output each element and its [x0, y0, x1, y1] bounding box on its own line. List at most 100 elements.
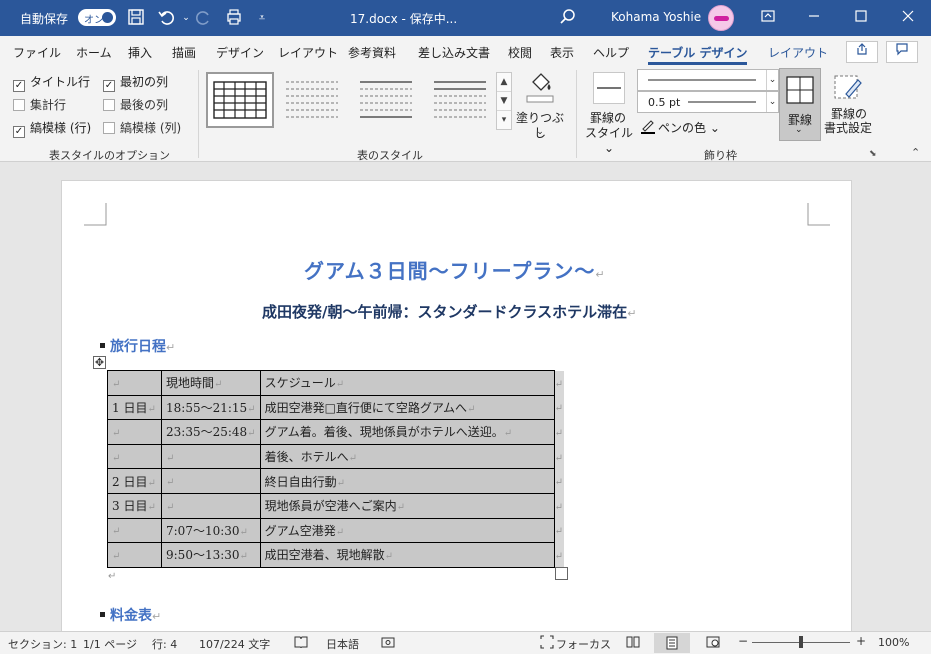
tab-home[interactable]: ホーム	[76, 44, 112, 61]
proofing-icon[interactable]	[294, 635, 308, 652]
table-cell[interactable]: 1 日目↵	[107, 394, 162, 421]
zoom-out-icon[interactable]: −	[738, 634, 748, 648]
save-icon[interactable]	[126, 8, 146, 28]
pen-color-label[interactable]: ペンの色 ⌄	[658, 119, 720, 136]
table-cell[interactable]: 2 日目↵	[107, 468, 162, 494]
status-focus[interactable]: フォーカス	[556, 636, 611, 652]
status-word-count[interactable]: 107/224 文字	[199, 636, 270, 652]
tab-file[interactable]: ファイル	[13, 44, 61, 61]
gallery-down-icon[interactable]: ▼	[497, 92, 511, 111]
document-subtitle[interactable]: 成田夜発/朝～午前帰：スタンダードクラスホテル滞在↵	[262, 301, 636, 322]
tab-review[interactable]: 校閲	[508, 44, 532, 61]
banded-columns-checkbox[interactable]: 縞模様 (列)	[103, 119, 181, 136]
table-cell[interactable]: ↵	[161, 443, 261, 470]
gallery-more-icon[interactable]: ▾	[497, 111, 511, 130]
collapse-ribbon-icon[interactable]: ⌃	[911, 146, 920, 159]
tab-mailings[interactable]: 差し込み文書	[418, 44, 490, 61]
borders-dialog-launcher-icon[interactable]: ⬊	[869, 149, 877, 159]
close-icon[interactable]	[898, 8, 918, 28]
table-style-dashed-3[interactable]	[428, 72, 496, 128]
document-title-text[interactable]: グアム３日間～フリープラン～↵	[304, 255, 606, 284]
border-styles-label-2[interactable]: スタイル ⌄	[583, 126, 635, 156]
shading-icon[interactable]	[524, 70, 556, 106]
table-cell[interactable]: グアム着。着後、現地係員がホテルへ送迎。↵	[259, 419, 555, 445]
status-section[interactable]: セクション: 1	[8, 636, 77, 652]
table-cell[interactable]: 7:07～10:30↵	[161, 517, 261, 544]
table-cell[interactable]: ↵	[161, 492, 261, 519]
print-layout-view[interactable]	[654, 633, 690, 653]
table-cell[interactable]: ↵	[107, 370, 162, 396]
table-resize-handle[interactable]	[555, 567, 568, 580]
table-cell[interactable]: ↵	[107, 517, 162, 544]
web-layout-icon[interactable]	[706, 635, 720, 652]
tab-table-layout[interactable]: レイアウト	[768, 44, 828, 61]
table-cell[interactable]: ↵	[107, 542, 162, 568]
status-language[interactable]: 日本語	[326, 636, 359, 652]
quick-print-icon[interactable]	[224, 8, 244, 28]
table-cell[interactable]: グアム空港発↵	[259, 517, 555, 544]
table-cell[interactable]: 18:55～21:15↵	[161, 394, 261, 421]
table-cell[interactable]: 成田空港発□直行便にて空路グアムへ↵	[259, 394, 555, 421]
tab-table-design[interactable]: テーブル デザイン	[648, 44, 748, 65]
share-icon[interactable]	[846, 41, 878, 63]
border-painter-label-1[interactable]: 罫線の	[826, 107, 872, 122]
tab-insert[interactable]: 挿入	[128, 44, 152, 61]
read-mode-icon[interactable]	[626, 635, 640, 652]
table-cell[interactable]: 現地時間↵	[161, 370, 261, 396]
tab-help[interactable]: ヘルプ	[593, 44, 629, 61]
table-style-dashed-2[interactable]	[354, 72, 422, 128]
table-cell[interactable]: ↵	[107, 419, 162, 445]
header-row-checkbox[interactable]: ✓ タイトル行	[13, 73, 90, 92]
zoom-level[interactable]: 100%	[878, 636, 909, 649]
ribbon-display-options-icon[interactable]	[758, 8, 778, 28]
table-cell[interactable]: 着後、ホテルへ↵	[259, 443, 555, 470]
tab-design[interactable]: デザイン	[216, 44, 264, 61]
search-icon[interactable]	[558, 8, 578, 28]
border-styles-label[interactable]: 罫線の	[585, 111, 631, 126]
heading-price-list[interactable]: 料金表↵	[100, 605, 161, 625]
border-styles-icon[interactable]	[593, 72, 625, 104]
itinerary-table[interactable]: ↵ 現地時間↵ スケジュール↵ ↵ 1 日目↵ 18:55～21:15↵ 成田空港発□直行便…	[107, 370, 565, 568]
gallery-scroll[interactable]: ▲ ▼ ▾	[496, 72, 512, 130]
page[interactable]: グアム３日間～フリープラン～↵ 成田夜発/朝～午前帰：スタンダードクラスホテル滞…	[61, 180, 852, 631]
tab-draw[interactable]: 描画	[172, 44, 196, 61]
table-cell[interactable]: ↵	[107, 443, 162, 470]
line-style-dropdown[interactable]: ⌄	[637, 69, 779, 91]
tab-references[interactable]: 参考資料	[348, 44, 396, 61]
table-cell[interactable]: 3 日目↵	[107, 492, 162, 519]
tab-layout[interactable]: レイアウト	[278, 44, 338, 61]
avatar[interactable]	[708, 5, 734, 31]
border-painter-icon[interactable]	[832, 72, 864, 104]
minimize-icon[interactable]	[804, 8, 824, 28]
zoom-in-icon[interactable]: +	[856, 634, 866, 648]
table-move-handle-icon[interactable]: ✥	[93, 356, 106, 369]
table-cell[interactable]: スケジュール↵	[259, 370, 555, 396]
last-column-checkbox[interactable]: 最後の列	[103, 96, 168, 113]
accessibility-icon[interactable]	[381, 635, 395, 652]
table-cell[interactable]: 終日自由行動↵	[259, 468, 555, 494]
gallery-up-icon[interactable]: ▲	[497, 73, 511, 92]
table-style-dashed-1[interactable]	[280, 72, 348, 128]
table-cell[interactable]: 現地係員が空港へご案内↵	[259, 492, 555, 519]
total-row-checkbox[interactable]: 集計行	[13, 96, 66, 113]
zoom-thumb[interactable]	[799, 636, 803, 648]
tab-view[interactable]: 表示	[550, 44, 574, 61]
table-cell[interactable]: 成田空港着、現地解散↵	[259, 542, 555, 568]
status-line[interactable]: 行: 4	[152, 636, 177, 652]
redo-icon[interactable]	[194, 8, 214, 28]
table-cell[interactable]: 23:35～25:48↵	[161, 419, 261, 445]
heading-itinerary[interactable]: 旅行日程↵	[100, 336, 175, 356]
document-area[interactable]: グアム３日間～フリープラン～↵ 成田夜発/朝～午前帰：スタンダードクラスホテル滞…	[0, 163, 931, 631]
status-page[interactable]: 1/1 ページ	[83, 636, 137, 652]
table-cell[interactable]: 9:50～13:30↵	[161, 542, 261, 568]
autosave-toggle[interactable]: オン	[78, 9, 116, 26]
undo-icon[interactable]	[156, 8, 176, 28]
table-style-grid[interactable]	[206, 72, 274, 128]
border-painter-label-2[interactable]: 書式設定	[820, 121, 876, 136]
comments-icon[interactable]	[886, 41, 918, 63]
borders-button[interactable]: 罫線 ⌄	[779, 68, 821, 141]
table-cell[interactable]: ↵	[161, 468, 261, 494]
focus-icon[interactable]	[540, 635, 554, 652]
shading-dropdown-icon[interactable]: ⌄	[534, 125, 546, 140]
undo-dropdown-icon[interactable]: ⌄	[176, 8, 196, 28]
